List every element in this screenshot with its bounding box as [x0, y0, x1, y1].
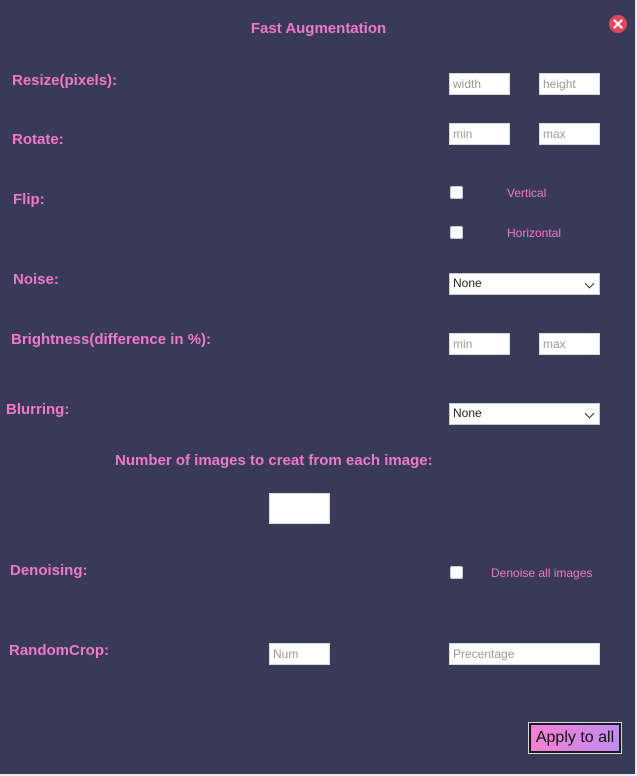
close-button[interactable] — [609, 15, 627, 33]
noise-label: Noise: — [13, 271, 59, 288]
apply-to-all-button[interactable]: Apply to all — [528, 722, 622, 754]
noise-select-value: None — [453, 276, 482, 290]
random-crop-percentage-input[interactable] — [449, 643, 600, 665]
resize-label: Resize(pixels): — [12, 72, 118, 89]
brightness-label: Brightness(difference in %): — [11, 331, 212, 348]
flip-vertical-checkbox[interactable] — [450, 186, 463, 199]
flip-vertical-label: Vertical — [507, 186, 547, 200]
num-images-label: Number of images to creat from each imag… — [115, 452, 433, 469]
rotate-label: Rotate: — [12, 131, 64, 148]
flip-horizontal-checkbox[interactable] — [450, 226, 463, 239]
denoising-label: Denoising: — [10, 562, 88, 579]
close-icon — [613, 19, 623, 29]
brightness-min-input[interactable] — [449, 333, 510, 355]
blurring-select[interactable]: None — [449, 403, 600, 425]
rotate-max-input[interactable] — [539, 123, 600, 145]
denoise-all-checkbox[interactable] — [450, 566, 463, 579]
resize-width-input[interactable] — [449, 73, 510, 95]
num-images-input[interactable] — [269, 493, 330, 524]
noise-select[interactable]: None — [449, 273, 600, 295]
random-crop-label: RandomCrop: — [9, 642, 109, 659]
denoise-all-label: Denoise all images — [491, 566, 593, 580]
resize-height-input[interactable] — [539, 73, 600, 95]
flip-horizontal-label: Horizontal — [507, 226, 562, 240]
chevron-down-icon — [584, 278, 595, 289]
dialog-title: Fast Augmentation — [250, 20, 387, 37]
blurring-label: Blurring: — [6, 401, 70, 418]
rotate-min-input[interactable] — [449, 123, 510, 145]
chevron-down-icon — [584, 408, 595, 419]
blurring-select-value: None — [453, 406, 482, 420]
fast-augmentation-dialog: Fast Augmentation Resize(pixels): Rotate… — [0, 0, 637, 776]
random-crop-num-input[interactable] — [269, 643, 330, 665]
brightness-max-input[interactable] — [539, 333, 600, 355]
flip-label: Flip: — [13, 191, 45, 208]
